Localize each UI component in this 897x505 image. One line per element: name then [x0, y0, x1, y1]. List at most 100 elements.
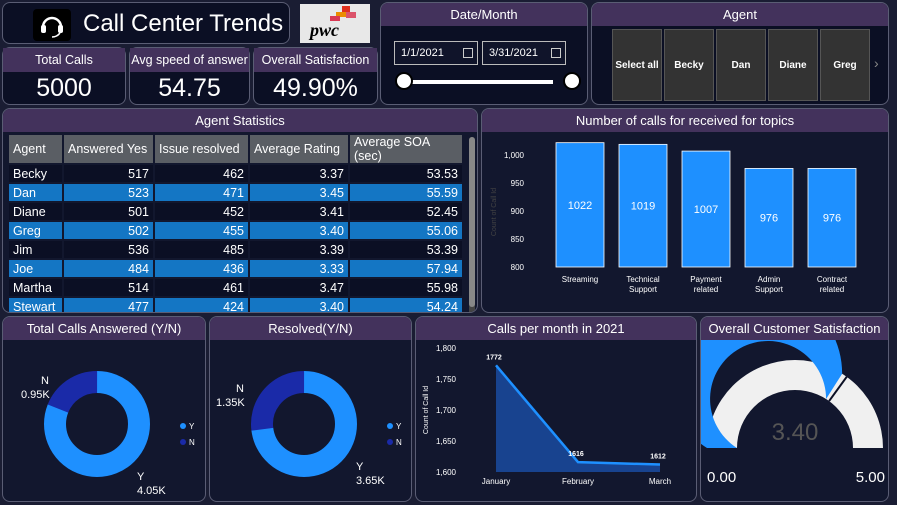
table-cell: 502 [64, 222, 153, 239]
agent-button-select-all[interactable]: Select all [612, 29, 662, 101]
kpi-value: 54.75 [158, 74, 221, 102]
table-row[interactable]: Jim 536 485 3.39 53.39 [9, 241, 462, 258]
table-cell: 536 [64, 241, 153, 258]
area-chart-title: Calls per month in 2021 [416, 317, 696, 340]
agent-button-greg[interactable]: Greg [820, 29, 870, 101]
data-label: 1772 [486, 354, 502, 361]
kpi-satisfaction: Overall Satisfaction 49.90% [253, 47, 378, 105]
dashboard-title: Call Center Trends [83, 10, 284, 37]
kpi-value: 5000 [36, 74, 92, 102]
slider-end-handle[interactable] [563, 72, 581, 90]
y-tick-label: 1,600 [436, 468, 457, 477]
table-cell: Martha [9, 279, 62, 296]
gauge-value: 3.40 [772, 419, 819, 446]
y-tick-label: 900 [511, 207, 525, 216]
table-row[interactable]: Diane 501 452 3.41 52.45 [9, 203, 462, 220]
legend-marker [180, 439, 186, 445]
monthly-calls-panel: Calls per month in 2021 1,600 1,650 1,700 1… [415, 316, 697, 502]
agent-button-dan[interactable]: Dan [716, 29, 766, 101]
column-header[interactable]: Issue resolved [155, 135, 248, 163]
bar-chart: 800 850 900 950 1,000 Count of Call Id 1022 Str… [491, 142, 857, 294]
column-header[interactable]: Agent [9, 135, 62, 163]
table-row[interactable]: Greg 502 455 3.40 55.06 [9, 222, 462, 239]
y-tick-label: 1,650 [436, 437, 457, 446]
agent-button-diane[interactable]: Diane [768, 29, 818, 101]
agent-slicer: Agent Select all Becky Dan Diane Greg › [591, 2, 889, 105]
x-tick-label: Streaming [562, 275, 598, 284]
slice-label: Y [356, 461, 364, 473]
table-cell: 3.40 [250, 298, 348, 312]
slice-value-label: 3.65K [356, 475, 385, 487]
pwc-logo: pwc [300, 4, 370, 43]
table-cell: 523 [64, 184, 153, 201]
y-tick-label: 1,700 [436, 406, 457, 415]
end-date-input[interactable]: 3/31/2021 [482, 41, 566, 65]
table-cell: 55.06 [350, 222, 462, 239]
resolved-donut-panel: Resolved(Y/N) N 1.35K Y 3.65K Y N [209, 316, 412, 502]
start-date-input[interactable]: 1/1/2021 [394, 41, 478, 65]
slice-value-label: 1.35K [216, 397, 245, 409]
bar-value-label: 976 [760, 213, 778, 225]
table-cell: Greg [9, 222, 62, 239]
resolved-donut-chart: N1.35KY3.65KYN [216, 371, 402, 487]
table-cell: 436 [155, 260, 248, 277]
x-tick-label: Payment related [690, 275, 722, 294]
slice-value-label: 0.95K [21, 389, 50, 401]
agent-statistics-panel: Agent Statistics Agent Answered Yes Issu… [2, 108, 478, 313]
table-cell: Becky [9, 165, 62, 182]
legend-marker [387, 439, 393, 445]
table-row[interactable]: Dan 523 471 3.45 55.59 [9, 184, 462, 201]
table-cell: 501 [64, 203, 153, 220]
column-header[interactable]: Average Rating [250, 135, 348, 163]
gauge-chart: 3.40 0.00 5.00 [701, 340, 885, 486]
table-cell: 452 [155, 203, 248, 220]
table-row[interactable]: Becky 517 462 3.37 53.53 [9, 165, 462, 182]
table-cell: Joe [9, 260, 62, 277]
table-scrollbar-thumb[interactable] [469, 137, 475, 307]
table-cell: 3.39 [250, 241, 348, 258]
date-slicer: Date/Month 1/1/2021 3/31/2021 [380, 2, 588, 105]
table-cell: 3.33 [250, 260, 348, 277]
column-header[interactable]: Average SOA (sec) [350, 135, 462, 163]
data-label: 1616 [568, 451, 584, 458]
bar-chart-title: Number of calls for received for topics [482, 109, 888, 132]
table-cell: 424 [155, 298, 248, 312]
y-tick-label: 800 [511, 263, 525, 272]
legend-marker [387, 423, 393, 429]
bar-value-label: 1022 [568, 200, 592, 212]
column-header[interactable]: Answered Yes [64, 135, 153, 163]
slice-label: N [236, 383, 244, 395]
x-tick-label: Admin Support [755, 275, 784, 294]
y-axis-label: Count of Call Id [423, 386, 430, 434]
slider-start-handle[interactable] [395, 72, 413, 90]
gauge-min-label: 0.00 [707, 469, 736, 486]
kpi-label: Total Calls [3, 48, 125, 72]
table-row[interactable]: Martha 514 461 3.47 55.98 [9, 279, 462, 296]
x-tick-label: January [482, 477, 510, 486]
data-label: 1612 [650, 454, 666, 461]
table-row[interactable]: Joe 484 436 3.33 57.94 [9, 260, 462, 277]
table-cell: 55.98 [350, 279, 462, 296]
calendar-icon[interactable] [551, 48, 561, 58]
kpi-avg-speed: Avg speed of answer 54.75 [129, 47, 250, 105]
slice-label: N [41, 375, 49, 387]
table-cell: 455 [155, 222, 248, 239]
slice-value-label: 4.05K [137, 485, 166, 497]
table-cell: 514 [64, 279, 153, 296]
legend-label: Y [396, 422, 402, 431]
calendar-icon[interactable] [463, 48, 473, 58]
table-cell: Jim [9, 241, 62, 258]
legend-label: Y [189, 422, 195, 431]
x-tick-label: Contract related [817, 275, 848, 294]
x-tick-label: February [562, 477, 594, 486]
agent-button-becky[interactable]: Becky [664, 29, 714, 101]
agent-statistics-title: Agent Statistics [3, 109, 477, 132]
table-cell: 517 [64, 165, 153, 182]
x-tick-label: March [649, 477, 671, 486]
table-cell: 3.47 [250, 279, 348, 296]
table-row[interactable]: Stewart 477 424 3.40 54.24 [9, 298, 462, 312]
bar-value-label: 1019 [631, 201, 655, 213]
chevron-right-icon[interactable]: › [874, 55, 879, 71]
date-range-slider[interactable] [403, 80, 553, 84]
gauge-title: Overall Customer Satisfaction [701, 317, 888, 340]
